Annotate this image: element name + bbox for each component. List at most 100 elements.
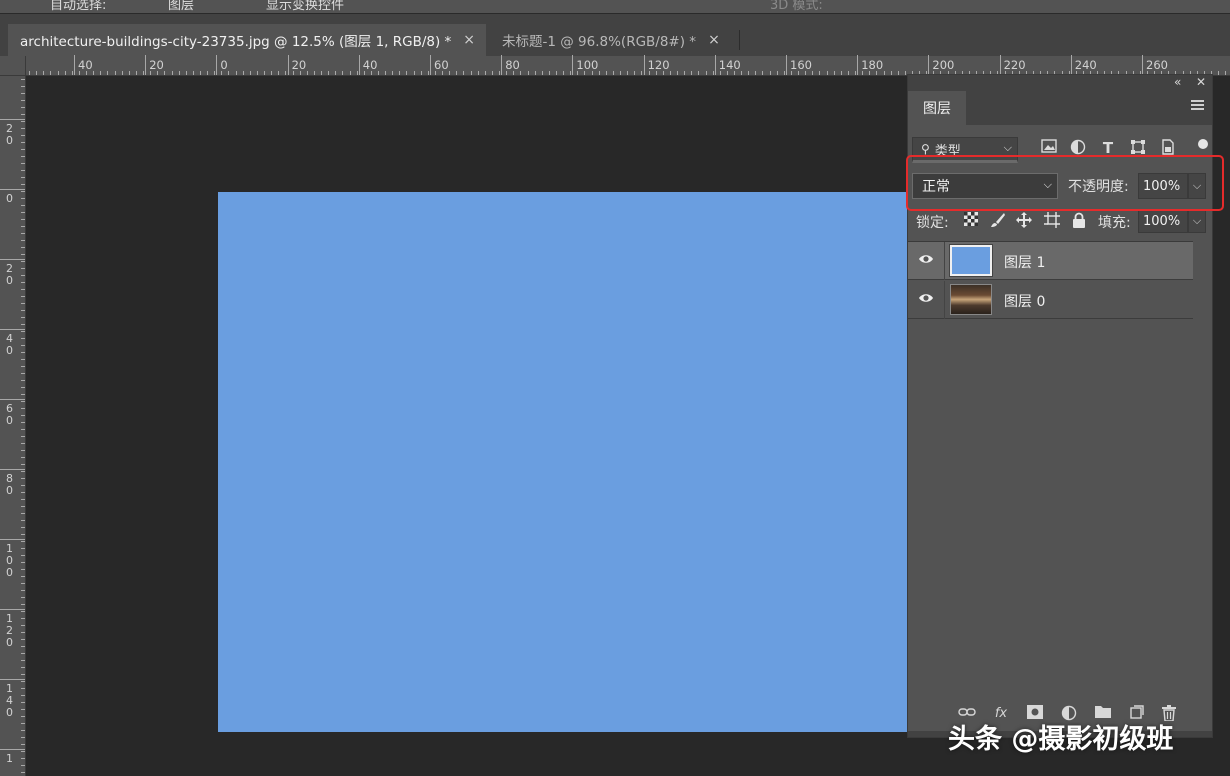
ruler-minor-tick (21, 548, 25, 549)
fill-input[interactable]: 100% (1138, 209, 1188, 233)
ruler-minor-tick (71, 71, 73, 75)
ruler-minor-tick (819, 71, 821, 75)
ruler-minor-tick (399, 71, 401, 75)
ruler-label: 40 (6, 332, 13, 357)
ruler-minor-tick (21, 597, 25, 598)
fill-slider-toggle[interactable]: ⌵ (1188, 209, 1206, 233)
ruler-minor-tick (21, 380, 25, 381)
collapse-icon[interactable]: « (1174, 75, 1181, 89)
layer-name[interactable]: 图层 0 (1004, 291, 1045, 311)
ruler-minor-tick (221, 71, 223, 75)
ruler-minor-tick (363, 71, 365, 75)
auto-select-label[interactable]: 自动选择: (50, 0, 106, 13)
ruler-label: 20 (291, 58, 307, 72)
ruler-minor-tick (121, 71, 123, 75)
ruler-major-tick (0, 119, 25, 120)
ruler-minor-tick (21, 730, 25, 731)
filter-toggle-icon[interactable] (1198, 139, 1208, 149)
ruler-minor-tick (833, 71, 835, 75)
ruler-minor-tick (904, 71, 906, 75)
tab-label: 未标题-1 @ 96.8%(RGB/8#) * (502, 34, 697, 50)
layer-thumbnail[interactable] (949, 244, 993, 277)
tab-layers[interactable]: 图层 (908, 91, 966, 125)
close-icon[interactable]: ✕ (1196, 75, 1206, 89)
lock-image-pixels-icon[interactable] (990, 212, 1006, 228)
lock-artboard-icon[interactable] (1044, 212, 1060, 228)
lock-position-icon[interactable] (1016, 212, 1032, 228)
panel-title-bar: « ✕ (908, 75, 1212, 91)
ruler-minor-tick (21, 751, 25, 752)
close-icon[interactable]: × (463, 32, 475, 48)
ruler-minor-tick (21, 310, 25, 311)
ruler-minor-tick (21, 653, 25, 654)
ruler-minor-tick (21, 499, 25, 500)
ruler-minor-tick (21, 163, 25, 164)
ruler-minor-tick (278, 71, 280, 75)
ruler-label: 40 (362, 58, 378, 72)
tab-architecture-document[interactable]: architecture-buildings-city-23735.jpg @ … (8, 24, 486, 56)
ruler-minor-tick (21, 114, 25, 115)
ruler-minor-tick (378, 71, 379, 75)
vertical-ruler[interactable]: 20 0 20 40 60 80 100 120 140 1 (0, 76, 26, 776)
ruler-major-tick (145, 55, 147, 75)
ruler-minor-tick (897, 71, 899, 75)
lock-all-icon[interactable] (1071, 212, 1087, 228)
ruler-minor-tick (463, 71, 465, 75)
ruler-minor-tick (235, 71, 237, 75)
close-icon[interactable]: × (708, 32, 720, 48)
ruler-minor-tick (21, 709, 25, 710)
lock-transparent-pixels-icon[interactable] (963, 212, 979, 228)
ruler-minor-tick (21, 506, 25, 507)
ruler-minor-tick (21, 457, 25, 458)
ruler-minor-tick (442, 71, 444, 75)
ruler-minor-tick (285, 71, 287, 75)
ruler-label: 0 (220, 58, 228, 72)
ruler-label: 1 (6, 752, 13, 765)
ruler-major-tick (714, 55, 716, 75)
document-canvas[interactable] (218, 192, 908, 732)
ruler-minor-tick (776, 71, 778, 75)
ruler-minor-tick (21, 765, 25, 766)
ruler-minor-tick (470, 71, 472, 75)
layer-row-0[interactable]: 图层 0 (908, 281, 1193, 319)
ruler-minor-tick (349, 71, 351, 75)
ruler-minor-tick (620, 71, 622, 75)
ruler-label: 140 (718, 58, 741, 72)
ruler-minor-tick (21, 681, 25, 682)
ruler-minor-tick (21, 261, 25, 262)
ruler-label: 140 (6, 682, 13, 719)
ruler-origin[interactable] (0, 56, 26, 76)
ruler-minor-tick (21, 149, 25, 150)
ruler-minor-tick (855, 71, 857, 75)
ruler-minor-tick (21, 618, 25, 619)
ruler-minor-tick (21, 611, 25, 612)
layer-name[interactable]: 图层 1 (1004, 252, 1045, 272)
ruler-minor-tick (783, 71, 785, 75)
ruler-minor-tick (698, 71, 700, 75)
ruler-minor-tick (21, 142, 25, 143)
ruler-minor-tick (506, 71, 508, 75)
ruler-label: 240 (1074, 58, 1097, 72)
ruler-minor-tick (164, 71, 166, 75)
ruler-minor-tick (21, 198, 25, 199)
ruler-minor-tick (883, 71, 885, 75)
eye-icon[interactable] (918, 253, 934, 269)
ruler-minor-tick (21, 478, 25, 479)
layer-row-1[interactable]: 图层 1 (908, 242, 1193, 280)
tab-untitled-document[interactable]: 未标题-1 @ 96.8%(RGB/8#) * × (490, 24, 740, 56)
show-transform-controls-checkbox[interactable]: 显示变换控件 (266, 0, 344, 13)
horizontal-ruler[interactable]: 40 20 0 20 40 60 80 100 120 140 160 180 200 220 240 260 (0, 55, 1230, 76)
eye-icon[interactable] (918, 292, 934, 308)
ruler-label: 100 (576, 58, 599, 72)
ruler-minor-tick (591, 71, 593, 75)
ruler-minor-tick (128, 71, 130, 75)
ruler-minor-tick (21, 436, 25, 437)
ruler-label: 80 (6, 472, 13, 497)
auto-select-target-dropdown[interactable]: 图层 (168, 0, 194, 13)
ruler-minor-tick (264, 71, 266, 75)
ruler-minor-tick (21, 156, 25, 157)
ruler-minor-tick (21, 702, 25, 703)
ruler-minor-tick (21, 471, 25, 472)
layer-thumbnail[interactable] (950, 284, 992, 315)
panel-menu-icon[interactable] (1191, 100, 1204, 112)
